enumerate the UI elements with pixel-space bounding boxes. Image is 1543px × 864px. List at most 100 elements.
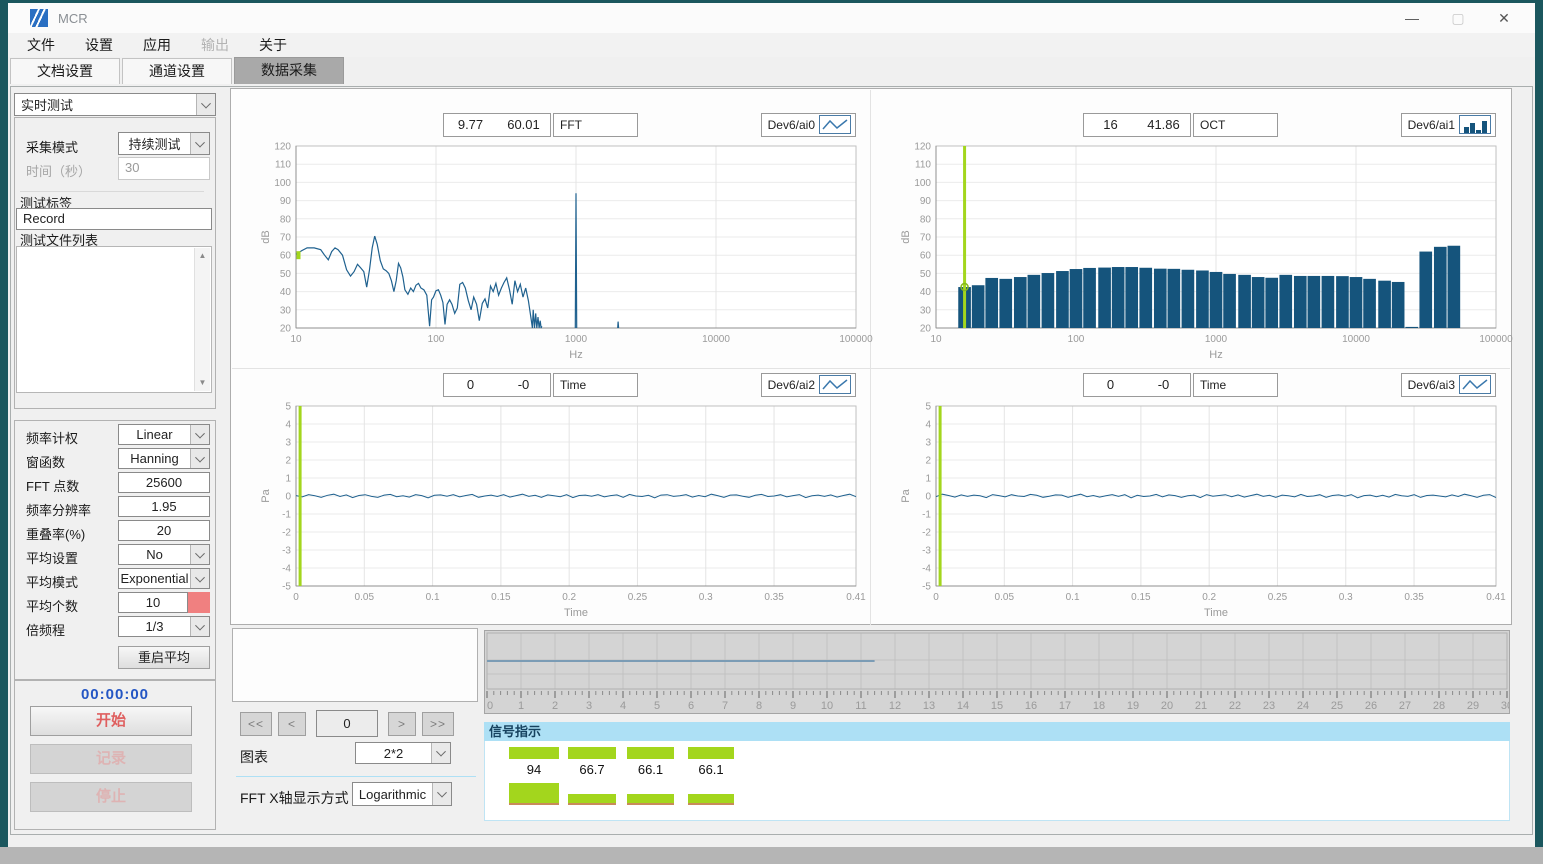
chevron-down-icon xyxy=(190,425,209,444)
menu-item-settings[interactable]: 设置 xyxy=(70,33,128,57)
svg-text:50: 50 xyxy=(280,269,292,280)
fft-axis-select[interactable]: Logarithmic xyxy=(352,782,452,806)
svg-text:90: 90 xyxy=(920,196,932,207)
chart-layout-label: 图表 xyxy=(240,747,268,767)
signal-indicator-panel: 9466.766.166.1 xyxy=(484,741,1510,821)
chart-type-field[interactable]: Time xyxy=(1193,373,1278,397)
fft-axis-label: FFT X轴显示方式 xyxy=(240,788,349,808)
tab-bar: 文档设置通道设置数据采集 xyxy=(8,57,1535,84)
chart-panel-oct: 1641.86 OCT Dev6/ai1 2030405060708090100… xyxy=(872,90,1510,368)
channel-button[interactable]: Dev6/ai1 xyxy=(1401,113,1496,137)
svg-text:20: 20 xyxy=(920,324,932,335)
time-seconds-field: 30 xyxy=(118,157,210,180)
test-mode-select[interactable]: 实时测试 xyxy=(14,93,216,116)
channel-button[interactable]: Dev6/ai0 xyxy=(761,113,856,137)
scroll-up-icon[interactable]: ▲ xyxy=(195,248,210,264)
scrollbar[interactable]: ▲ ▼ xyxy=(194,248,210,391)
svg-text:0.35: 0.35 xyxy=(1404,592,1424,603)
average-setting-select[interactable]: No xyxy=(118,544,210,565)
record-button[interactable]: 记录 xyxy=(30,744,192,774)
svg-text:0.1: 0.1 xyxy=(1066,592,1080,603)
svg-text:80: 80 xyxy=(920,214,932,225)
menu-item-output: 输出 xyxy=(186,33,244,57)
svg-text:4: 4 xyxy=(285,420,291,431)
nav-prev-button[interactable]: < xyxy=(278,712,306,736)
menu-item-apply[interactable]: 应用 xyxy=(128,33,186,57)
svg-text:120: 120 xyxy=(914,142,931,153)
scroll-down-icon[interactable]: ▼ xyxy=(195,375,210,391)
svg-text:5: 5 xyxy=(925,402,931,413)
chevron-down-icon xyxy=(190,449,209,468)
fft-plot[interactable]: 2030405060708090100110120101001000100001… xyxy=(258,141,870,364)
restart-average-button[interactable]: 重启平均 xyxy=(118,646,210,669)
minimize-button[interactable]: — xyxy=(1395,6,1429,30)
stop-button[interactable]: 停止 xyxy=(30,782,192,812)
svg-text:40: 40 xyxy=(280,287,292,298)
nav-last-button[interactable]: >> xyxy=(422,712,454,736)
channel-button[interactable]: Dev6/ai3 xyxy=(1401,373,1496,397)
average-mode-select[interactable]: Exponential xyxy=(118,568,210,589)
nav-next-button[interactable]: > xyxy=(388,712,416,736)
acq-mode-select[interactable]: 持续测试 xyxy=(118,132,210,155)
chevron-down-icon xyxy=(190,617,209,636)
svg-text:0.25: 0.25 xyxy=(628,592,648,603)
svg-text:1: 1 xyxy=(518,700,524,712)
svg-text:50: 50 xyxy=(920,269,932,280)
svg-text:120: 120 xyxy=(274,142,291,153)
chart-layout-select[interactable]: 2*2 xyxy=(355,742,451,764)
overlap-percent-label: 重叠率(%) xyxy=(26,524,85,543)
svg-text:Hz: Hz xyxy=(569,349,582,361)
record-name-field[interactable]: Record xyxy=(16,208,212,230)
test-file-list[interactable]: ▲ ▼ xyxy=(16,246,212,393)
signal-level-bar-bottom xyxy=(627,794,674,805)
time-plot[interactable]: -5-4-3-2-101234500.050.10.150.20.250.30.… xyxy=(258,401,870,622)
nav-first-button[interactable]: << xyxy=(240,712,272,736)
chevron-down-icon xyxy=(190,569,209,588)
svg-text:0.25: 0.25 xyxy=(1268,592,1288,603)
tab-channel-settings[interactable]: 通道设置 xyxy=(122,58,232,84)
svg-text:Hz: Hz xyxy=(1209,349,1222,361)
svg-text:-4: -4 xyxy=(282,564,291,575)
start-button[interactable]: 开始 xyxy=(30,706,192,736)
svg-text:1: 1 xyxy=(925,474,931,485)
tab-data-acquisition[interactable]: 数据采集 xyxy=(234,57,344,84)
line-chart-icon xyxy=(819,115,851,134)
average-mode-label: 平均模式 xyxy=(26,572,78,591)
freq-resolution-field[interactable]: 1.95 xyxy=(118,496,210,517)
oct-plot[interactable]: 2030405060708090100110120101001000100001… xyxy=(898,141,1510,364)
nav-index-field[interactable]: 0 xyxy=(316,710,378,737)
svg-text:0.1: 0.1 xyxy=(426,592,440,603)
svg-text:1000: 1000 xyxy=(1205,334,1228,345)
fft-points-field[interactable]: 25600 xyxy=(118,472,210,493)
average-setting-label: 平均设置 xyxy=(26,548,78,567)
window-function-select[interactable]: Hanning xyxy=(118,448,210,469)
svg-text:24: 24 xyxy=(1297,700,1309,712)
record-timeline[interactable]: 0123456789101112131415161718192021222324… xyxy=(484,630,1510,714)
maximize-button[interactable]: ▢ xyxy=(1441,6,1475,30)
close-button[interactable]: ✕ xyxy=(1487,6,1521,30)
svg-text:dB: dB xyxy=(900,230,912,243)
menu-item-about[interactable]: 关于 xyxy=(244,33,302,57)
octave-band-select[interactable]: 1/3 xyxy=(118,616,210,637)
svg-text:0.15: 0.15 xyxy=(491,592,511,603)
menu-item-file[interactable]: 文件 xyxy=(12,33,70,57)
chevron-down-icon xyxy=(190,133,209,154)
svg-text:-4: -4 xyxy=(922,564,931,575)
freq-resolution-label: 频率分辨率 xyxy=(26,500,91,519)
svg-text:100: 100 xyxy=(914,178,931,189)
svg-text:9: 9 xyxy=(790,700,796,712)
channel-button[interactable]: Dev6/ai2 xyxy=(761,373,856,397)
svg-text:-2: -2 xyxy=(282,528,291,539)
svg-text:17: 17 xyxy=(1059,700,1071,712)
svg-text:4: 4 xyxy=(620,700,626,712)
chart-type-field[interactable]: OCT xyxy=(1193,113,1278,137)
overlap-percent-field[interactable]: 20 xyxy=(118,520,210,541)
chart-type-field[interactable]: FFT xyxy=(553,113,638,137)
chart-type-field[interactable]: Time xyxy=(553,373,638,397)
svg-text:1000: 1000 xyxy=(565,334,588,345)
average-count-field[interactable]: 10 xyxy=(118,592,188,613)
svg-text:10: 10 xyxy=(290,334,302,345)
freq-weighting-select[interactable]: Linear xyxy=(118,424,210,445)
tab-document-settings[interactable]: 文档设置 xyxy=(10,58,120,84)
time-plot[interactable]: -5-4-3-2-101234500.050.10.150.20.250.30.… xyxy=(898,401,1510,622)
